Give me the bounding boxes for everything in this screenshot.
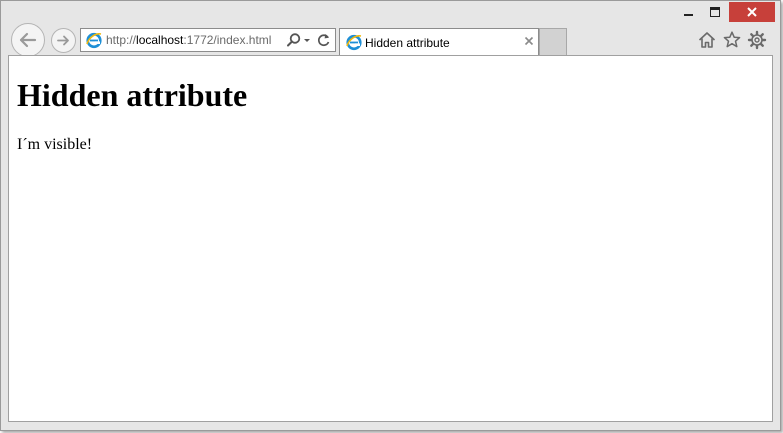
tab-title: Hidden attribute (365, 36, 450, 50)
minimize-icon (683, 14, 693, 16)
star-icon[interactable] (722, 30, 742, 50)
internet-explorer-icon (346, 34, 362, 51)
forward-button[interactable] (51, 28, 76, 53)
maximize-icon (710, 7, 720, 17)
close-icon[interactable] (523, 35, 535, 47)
back-arrow-icon (19, 32, 37, 48)
url-text[interactable]: http://localhost:1772/index.html (106, 33, 271, 47)
search-icon[interactable] (285, 32, 303, 48)
maximize-button[interactable] (702, 2, 728, 22)
url-prefix: http:// (106, 33, 137, 47)
browser-window: http://localhost:1772/index.html Hidden … (0, 0, 781, 431)
page-heading: Hidden attribute (17, 77, 248, 113)
new-tab-button[interactable] (539, 28, 567, 55)
close-window-button[interactable] (729, 2, 775, 22)
visible-paragraph: I´m visible! (17, 136, 93, 153)
home-icon[interactable] (697, 30, 717, 50)
url-host: localhost (136, 33, 184, 47)
page-content: Hidden attribute I´m visible! (8, 55, 773, 422)
chevron-down-icon[interactable] (302, 32, 312, 48)
address-bar[interactable]: http://localhost:1772/index.html (80, 28, 336, 52)
forward-arrow-icon (57, 35, 69, 46)
gear-icon[interactable] (747, 30, 767, 50)
internet-explorer-icon (86, 32, 102, 49)
refresh-icon[interactable] (316, 32, 332, 48)
tab-active[interactable]: Hidden attribute (339, 28, 539, 56)
minimize-button[interactable] (675, 2, 701, 22)
url-path: :1772/index.html (183, 33, 272, 47)
close-icon (747, 7, 757, 17)
back-button[interactable] (11, 23, 45, 57)
